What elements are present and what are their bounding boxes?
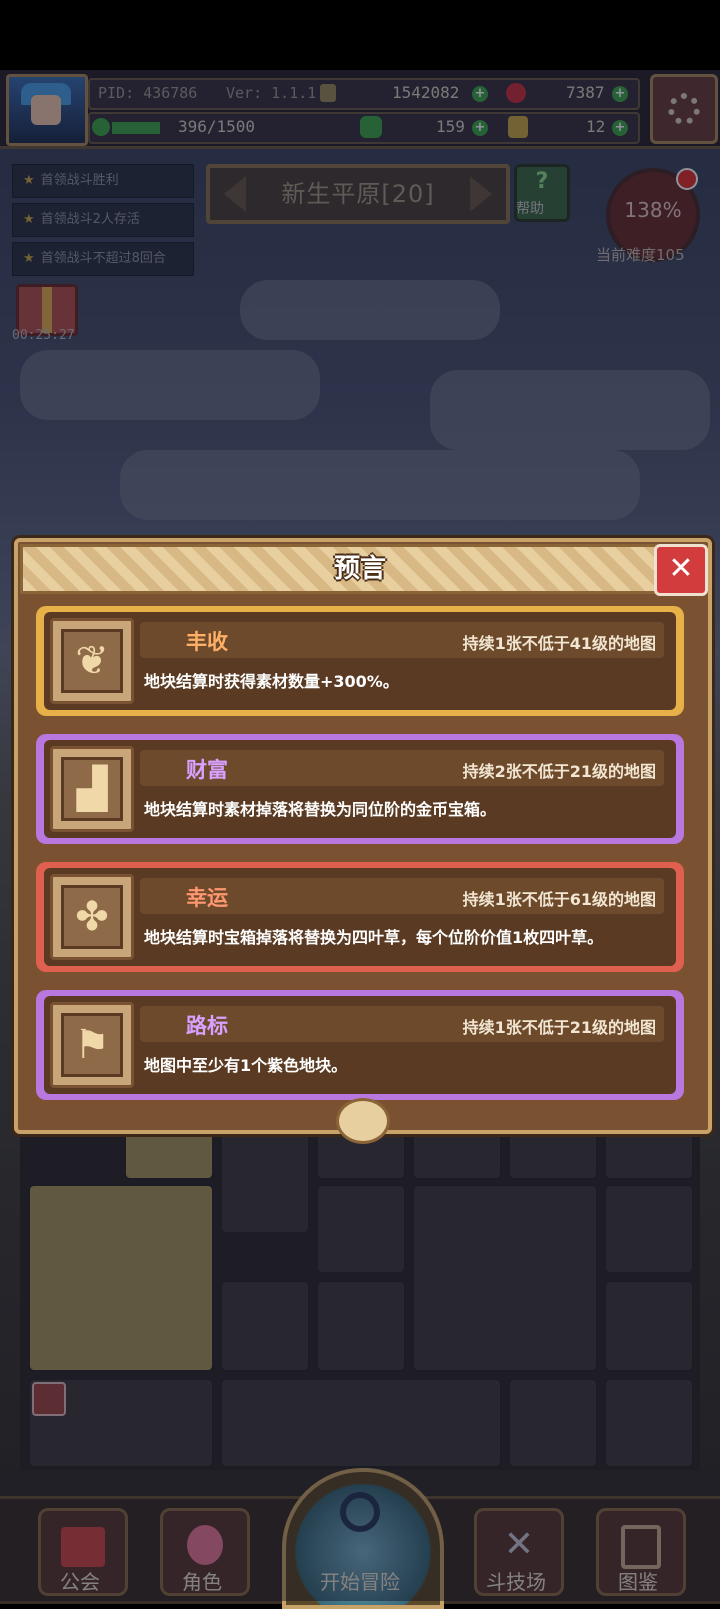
card-icon-frame: ▟ <box>50 746 134 832</box>
card-description: 地图中至少有1个紫色地块。 <box>144 1056 348 1075</box>
card-name: 财富 <box>186 758 228 782</box>
card-description: 地块结算时素材掉落将替换为同位阶的金币宝箱。 <box>144 800 497 819</box>
coins-icon: ▟ <box>61 757 123 821</box>
signpost-icon: ⚑ <box>61 1013 123 1077</box>
wheat-icon: ❦ <box>61 629 123 693</box>
card-name: 路标 <box>186 1014 228 1038</box>
card-name: 丰收 <box>186 630 228 654</box>
card-name: 幸运 <box>186 886 228 910</box>
close-button[interactable]: ✕ <box>654 544 708 596</box>
card-icon-frame: ✤ <box>50 874 134 960</box>
modal-title: 预言 <box>333 554 386 584</box>
card-duration: 持续1张不低于61级的地图 <box>462 890 656 909</box>
prophecy-card[interactable]: ❦ 丰收 持续1张不低于41级的地图地块结算时获得素材数量+300%。 <box>36 606 684 716</box>
card-description: 地块结算时宝箱掉落将替换为四叶草，每个位阶价值1枚四叶草。 <box>144 928 604 947</box>
prophecy-card[interactable]: ▟ 财富 持续2张不低于21级的地图地块结算时素材掉落将替换为同位阶的金币宝箱。 <box>36 734 684 844</box>
card-duration: 持续1张不低于21级的地图 <box>462 1018 656 1037</box>
status-bar <box>0 0 720 70</box>
card-duration: 持续1张不低于41级的地图 <box>462 634 656 653</box>
card-description: 地块结算时获得素材数量+300%。 <box>144 672 399 691</box>
card-icon-frame: ⚑ <box>50 1002 134 1088</box>
clover-icon: ✤ <box>61 885 123 949</box>
card-icon-frame: ❦ <box>50 618 134 704</box>
card-duration: 持续2张不低于21级的地图 <box>462 762 656 781</box>
ornament-icon <box>336 1098 390 1144</box>
prophecy-card[interactable]: ⚑ 路标 持续1张不低于21级的地图地图中至少有1个紫色地块。 <box>36 990 684 1100</box>
prophecy-card[interactable]: ✤ 幸运 持续1张不低于61级的地图地块结算时宝箱掉落将替换为四叶草，每个位阶价值1… <box>36 862 684 972</box>
